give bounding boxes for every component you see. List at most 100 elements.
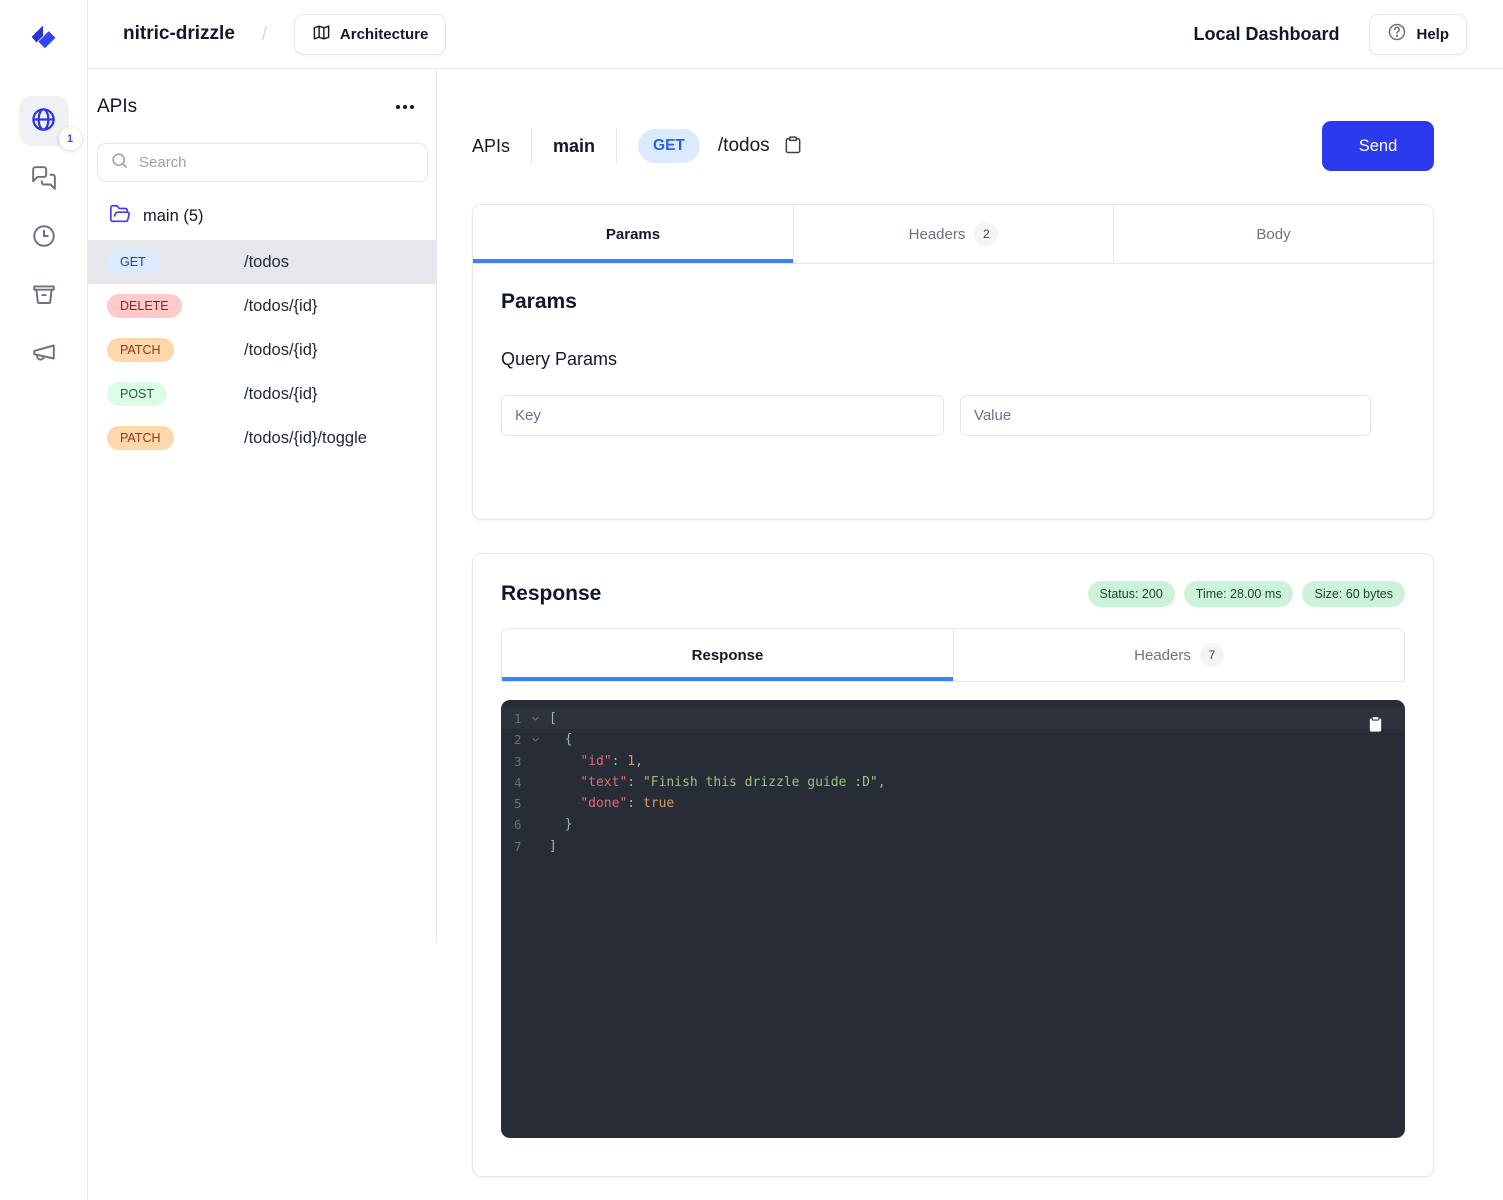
apis-panel: APIs: [88, 69, 437, 1200]
response-body-editor[interactable]: 1 [ 2 { 3 "id": 1, 4: [501, 700, 1405, 1138]
chat-bubbles-icon: [31, 165, 57, 194]
status-badge: Status: 200: [1088, 581, 1175, 607]
rail-history-button[interactable]: [19, 212, 69, 262]
icon-rail: 1: [0, 0, 88, 1200]
tab-response-headers[interactable]: Headers 7: [953, 629, 1404, 682]
line-number: 7: [514, 836, 527, 857]
apis-menu-button[interactable]: [394, 99, 416, 115]
line-number: 1: [514, 708, 527, 729]
json-separator: :: [627, 775, 643, 790]
tab-body[interactable]: Body: [1113, 205, 1433, 264]
code-text: {: [549, 729, 572, 750]
response-tabs: Response Headers 7: [501, 628, 1405, 682]
send-button[interactable]: Send: [1322, 121, 1434, 171]
ellipsis-icon: [396, 105, 414, 109]
rail-storage-button[interactable]: [19, 270, 69, 320]
map-icon: [312, 23, 331, 46]
tab-headers-label: Headers: [909, 226, 966, 243]
globe-icon: [30, 106, 57, 136]
param-value-input[interactable]: [960, 395, 1371, 436]
code-line: 3 "id": 1,: [501, 751, 1405, 772]
nitric-logo-icon: [25, 15, 63, 53]
param-key-input[interactable]: [501, 395, 944, 436]
rail-announcements-button[interactable]: [19, 328, 69, 378]
json-key: "done": [580, 796, 627, 811]
tab-body-label: Body: [1256, 226, 1290, 243]
code-text: [: [549, 708, 557, 729]
json-key: "text": [580, 775, 627, 790]
tab-params[interactable]: Params: [473, 205, 793, 264]
fold-chevron-icon[interactable]: [527, 735, 543, 744]
search-icon: [110, 151, 129, 175]
json-number-value: 1: [627, 754, 635, 769]
breadcrumb-divider: [616, 128, 617, 164]
method-badge: PATCH: [107, 338, 174, 362]
tab-response-headers-label: Headers: [1134, 647, 1191, 664]
route-path: /todos/{id}: [244, 341, 317, 360]
route-path: /todos: [244, 253, 289, 272]
json-comma: ,: [878, 775, 886, 790]
breadcrumb-separator: /: [262, 24, 267, 45]
breadcrumb-divider: [531, 128, 532, 164]
code-indent: [549, 754, 580, 769]
code-line: 7 ]: [501, 836, 1405, 857]
rail-logs-button[interactable]: [19, 154, 69, 204]
fold-chevron-icon[interactable]: [527, 714, 543, 723]
code-line: 2 {: [501, 729, 1405, 750]
tab-response[interactable]: Response: [502, 629, 953, 682]
code-line: 4 "text": "Finish this drizzle guide :D"…: [501, 772, 1405, 793]
query-params-title: Query Params: [501, 349, 1405, 370]
rail-apis-button[interactable]: 1: [19, 96, 69, 146]
clipboard-filled-icon: [1367, 721, 1384, 736]
tab-headers[interactable]: Headers 2: [793, 205, 1113, 264]
route-item[interactable]: POST /todos/{id}: [88, 372, 437, 416]
rail-nav: 1: [19, 96, 69, 378]
clipboard-icon: [783, 135, 803, 158]
route-path: /todos/{id}: [244, 297, 317, 316]
json-separator: :: [612, 754, 628, 769]
json-key: "id": [580, 754, 611, 769]
response-title: Response: [501, 582, 601, 606]
code-line: 1 [: [501, 708, 1405, 729]
line-number: 6: [514, 814, 527, 835]
headers-count-badge: 2: [974, 222, 998, 246]
time-badge: Time: 28.00 ms: [1184, 581, 1294, 607]
params-section-title: Params: [501, 290, 1405, 314]
method-badge: PATCH: [107, 426, 174, 450]
apis-count-badge: 1: [59, 127, 82, 150]
megaphone-icon: [31, 339, 57, 368]
app-root: 1: [0, 0, 1503, 1200]
search-input[interactable]: [139, 154, 415, 171]
size-badge: Size: 60 bytes: [1302, 581, 1405, 607]
topbar: nitric-drizzle / Architecture Local Dash…: [88, 0, 1503, 69]
architecture-button[interactable]: Architecture: [294, 14, 446, 55]
api-group-label: main (5): [143, 207, 204, 226]
route-item[interactable]: PATCH /todos/{id}/toggle: [88, 416, 437, 460]
copy-response-button[interactable]: [1367, 716, 1384, 736]
help-button[interactable]: Help: [1369, 14, 1467, 55]
response-card: Response Status: 200 Time: 28.00 ms Size…: [472, 553, 1434, 1177]
code-text: ]: [549, 836, 557, 857]
request-method-badge: GET: [638, 129, 700, 163]
route-item[interactable]: DELETE /todos/{id}: [88, 284, 437, 328]
copy-path-button[interactable]: [783, 135, 803, 158]
request-header-row: APIs main GET /todos Send: [472, 121, 1434, 171]
route-item[interactable]: GET /todos: [88, 240, 437, 284]
line-number: 5: [514, 793, 527, 814]
route-list: GET /todos DELETE /todos/{id} PATCH /tod…: [88, 240, 437, 460]
help-circle-icon: [1387, 22, 1407, 46]
method-badge: DELETE: [107, 294, 182, 318]
clock-icon: [31, 223, 57, 252]
response-headers-count-badge: 7: [1200, 643, 1224, 667]
json-boolean-value: true: [643, 796, 674, 811]
code-line: 5 "done": true: [501, 793, 1405, 814]
code-indent: [549, 796, 580, 811]
project-name: nitric-drizzle: [123, 23, 235, 45]
breadcrumb-group: main: [553, 136, 595, 157]
method-badge: POST: [107, 382, 167, 406]
code-line: 6 }: [501, 814, 1405, 835]
line-number: 3: [514, 751, 527, 772]
route-item[interactable]: PATCH /todos/{id}: [88, 328, 437, 372]
api-group-row[interactable]: main (5): [97, 200, 428, 233]
folder-open-icon: [109, 203, 131, 230]
